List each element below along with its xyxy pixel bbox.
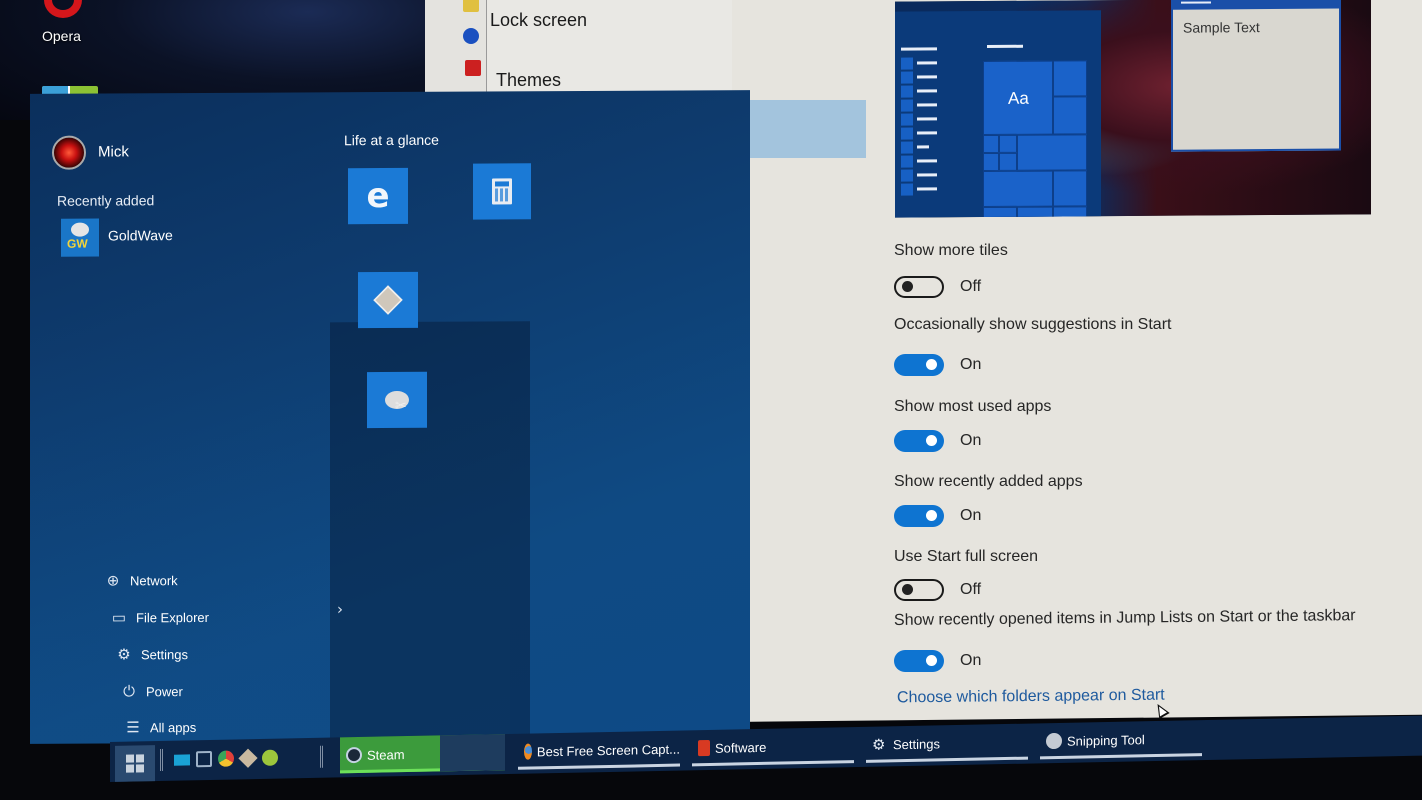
task-settings[interactable]: ⚙ Settings	[866, 724, 1028, 763]
tile-edge[interactable]: e	[348, 167, 408, 225]
option-label: Show recently opened items in Jump Lists…	[893, 607, 1356, 629]
option-label: Use Start full screen	[894, 548, 1039, 565]
toggle-suggestions[interactable]	[894, 354, 944, 376]
themes-icon	[465, 60, 481, 76]
tile-snipping-tool[interactable]	[367, 371, 427, 429]
option-recently-added-apps: Show recently added apps On	[894, 473, 1083, 527]
settings-gear-icon: ⚙	[872, 735, 886, 754]
file-explorer-icon: ▭	[111, 608, 127, 627]
info-icon	[463, 28, 479, 44]
preview-window: Sample Text	[1171, 0, 1341, 152]
settings-gear-icon: ⚙	[117, 645, 131, 664]
toggle-state: On	[960, 356, 982, 373]
start-menu: Mick Recently added GoldWave Life at a g…	[30, 90, 750, 744]
lock-screen-icon	[463, 0, 479, 12]
option-start-full-screen: Use Start full screen Off	[894, 548, 1039, 601]
place-settings[interactable]: ⚙ Settings	[115, 645, 188, 663]
desktop-icon[interactable]	[174, 754, 190, 766]
recent-app-goldwave[interactable]: GoldWave	[108, 227, 173, 243]
desktop-icon-strip	[425, 0, 487, 98]
option-label: Occasionally show suggestions in Start	[894, 316, 1172, 333]
place-label: Settings	[141, 646, 188, 662]
task-software[interactable]: Software	[692, 727, 854, 767]
window-icon[interactable]	[196, 750, 212, 768]
firefox-icon	[524, 743, 532, 760]
toggle-most-used-apps[interactable]	[894, 430, 944, 452]
goldwave-icon[interactable]	[61, 218, 99, 257]
option-label: Show more tiles	[894, 242, 1008, 259]
toggle-show-more-tiles[interactable]	[894, 276, 944, 298]
task-label: Steam	[367, 746, 405, 763]
tile-group-title[interactable]: Life at a glance	[344, 132, 439, 148]
toggle-state: On	[960, 432, 982, 449]
place-label: Network	[130, 572, 178, 588]
preview-tile-text: Aa	[1008, 88, 1029, 108]
file-explorer-expand-icon[interactable]: ›	[337, 600, 343, 618]
windows-logo-icon	[126, 754, 144, 773]
place-network[interactable]: ⊕ Network	[104, 571, 178, 589]
preview-sample-text: Sample Text	[1183, 19, 1260, 36]
nav-item-lock-screen[interactable]: Lock screen	[490, 10, 587, 31]
recently-added-heading: Recently added	[57, 192, 155, 209]
start-preview: Aa Sample Text	[895, 0, 1371, 218]
user-avatar[interactable]	[52, 135, 86, 170]
nav-item-start-selected[interactable]	[732, 100, 866, 158]
taskbar-separator	[160, 748, 163, 771]
tile-3d-builder[interactable]	[358, 271, 418, 329]
folder-app-icon	[698, 739, 710, 757]
task-label: Software	[715, 739, 767, 756]
task-steam-extra[interactable]	[440, 734, 505, 772]
taskbar-separator	[320, 745, 323, 768]
option-most-used-apps: Show most used apps On	[894, 398, 1052, 452]
option-show-more-tiles: Show more tiles Off	[894, 242, 1008, 298]
calculator-icon	[492, 178, 512, 205]
toggle-state: Off	[960, 278, 982, 295]
snipping-tool-icon	[385, 390, 409, 410]
network-icon: ⊕	[106, 571, 120, 590]
task-label: Best Free Screen Capt...	[536, 741, 680, 759]
snipping-tool-icon	[1046, 732, 1062, 750]
screen: Opera Lock screen Themes Aa Sample Text …	[0, 0, 1422, 800]
steam-icon	[346, 746, 362, 764]
desktop-icon-label-opera[interactable]: Opera	[42, 28, 81, 44]
task-label: Settings	[893, 735, 940, 752]
tile-calculator[interactable]	[473, 163, 531, 220]
preview-start-menu: Aa	[895, 10, 1101, 218]
place-power[interactable]: ⏻ Power	[120, 682, 183, 700]
option-label: Show recently added apps	[894, 473, 1083, 490]
toggle-state: On	[960, 652, 982, 669]
toggle-recently-added-apps[interactable]	[894, 505, 944, 527]
toggle-state: Off	[960, 581, 982, 598]
toggle-state: On	[960, 507, 982, 524]
option-suggestions: Occasionally show suggestions in Start O…	[894, 316, 1172, 376]
user-name[interactable]: Mick	[98, 143, 129, 160]
nav-item-themes[interactable]: Themes	[496, 70, 561, 91]
place-label: Power	[146, 683, 183, 699]
toggle-jump-lists[interactable]	[894, 650, 944, 672]
option-label: Show most used apps	[894, 398, 1052, 415]
option-jump-lists: Show recently opened items in Jump Lists…	[894, 607, 1356, 672]
task-snipping-tool[interactable]: Snipping Tool	[1040, 720, 1202, 760]
task-firefox[interactable]: Best Free Screen Capt...	[518, 731, 680, 770]
place-file-explorer[interactable]: ▭ File Explorer	[110, 608, 209, 627]
power-icon: ⏻	[123, 682, 135, 701]
start-button[interactable]	[115, 745, 155, 782]
task-label: Snipping Tool	[1067, 731, 1145, 749]
cube-icon	[373, 285, 403, 315]
toggle-start-full-screen[interactable]	[894, 579, 944, 601]
place-label: File Explorer	[136, 609, 209, 625]
edge-icon: e	[366, 176, 390, 217]
